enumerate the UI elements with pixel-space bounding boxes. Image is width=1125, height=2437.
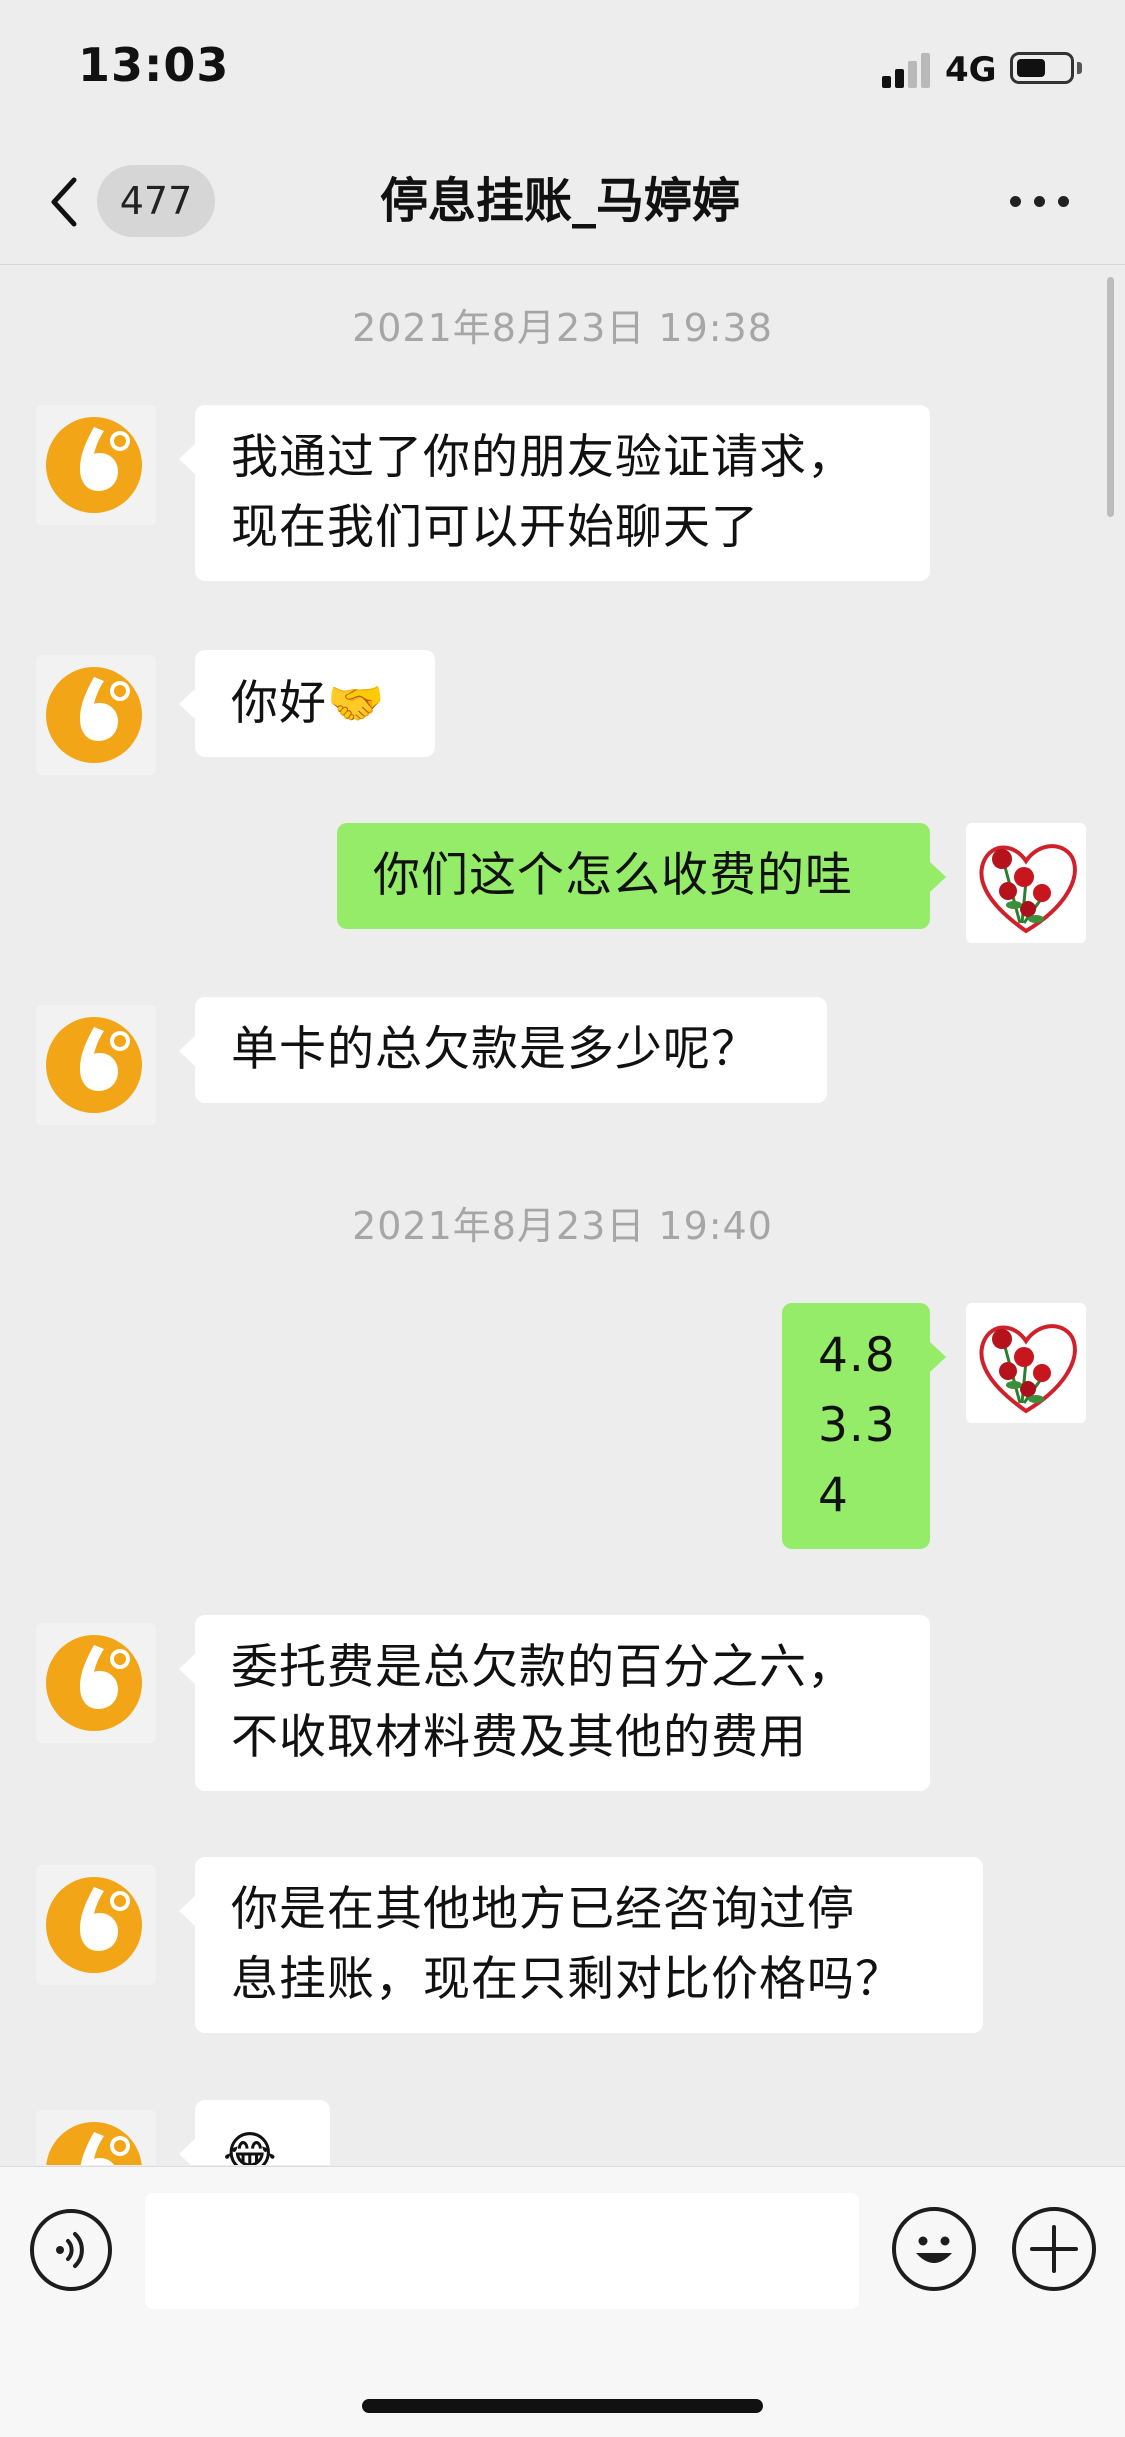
more-dots-icon[interactable] [1010, 192, 1070, 212]
plus-icon[interactable] [1012, 2207, 1096, 2291]
orange-logo-avatar-icon [36, 405, 156, 525]
network-label: 4G [945, 50, 997, 90]
contact-avatar[interactable] [36, 1623, 156, 1743]
contact-avatar[interactable] [36, 1865, 156, 1985]
status-bar: 13:03 4G [0, 0, 1125, 140]
message-line: 委托费是总欠款的百分之六， [231, 1640, 855, 1695]
smile-icon[interactable] [892, 2207, 976, 2291]
contact-avatar[interactable] [36, 2110, 156, 2165]
smile-glyph [916, 2236, 952, 2263]
chevron-left-icon[interactable] [44, 170, 84, 234]
message-text: 单卡的总欠款是多少呢？ [231, 1022, 759, 1077]
contact-avatar[interactable] [36, 405, 156, 525]
contact-avatar[interactable] [36, 1005, 156, 1125]
unread-count-badge[interactable]: 477 [97, 165, 215, 237]
message-line: 3.3 [818, 1398, 896, 1453]
received-message[interactable]: 你好🤝 [179, 650, 435, 757]
voice-icon[interactable] [30, 2209, 112, 2291]
home-indicator[interactable] [362, 2399, 763, 2413]
user-avatar[interactable] [966, 1303, 1086, 1423]
orange-logo-avatar-icon [36, 1865, 156, 1985]
roses-heart-avatar-icon [966, 823, 1086, 943]
message-line: 我通过了你的朋友验证请求， [231, 430, 855, 485]
orange-logo-avatar-icon [36, 1623, 156, 1743]
timestamp: 2021年8月23日 19:38 [352, 306, 773, 350]
message-input[interactable] [145, 2193, 859, 2309]
received-message[interactable]: 😂 [179, 2100, 330, 2165]
sent-message[interactable]: 4.8 3.3 4 [782, 1303, 946, 1549]
received-message[interactable]: 单卡的总欠款是多少呢？ [179, 997, 827, 1103]
timestamp: 2021年8月23日 19:40 [352, 1204, 773, 1248]
input-bar [0, 2166, 1125, 2437]
sent-message[interactable]: 你们这个怎么收费的哇 [337, 823, 946, 929]
message-text: 你们这个怎么收费的哇 [373, 848, 853, 903]
received-message[interactable]: 你是在其他地方已经咨询过停 息挂账，现在只剩对比价格吗？ [179, 1857, 983, 2033]
contact-avatar[interactable] [36, 655, 156, 775]
chat-header: 477 停息挂账_马婷婷 [0, 140, 1125, 265]
message-line: 4.8 [818, 1328, 896, 1383]
roses-heart-avatar-icon [966, 1303, 1086, 1423]
battery-icon [1010, 52, 1074, 84]
message-line: 你是在其他地方已经咨询过停 [231, 1882, 855, 1937]
message-line: 息挂账，现在只剩对比价格吗？ [231, 1952, 903, 2007]
status-time: 13:03 [78, 38, 230, 92]
plus-glyph [1030, 2225, 1078, 2273]
user-avatar[interactable] [966, 823, 1086, 943]
message-list[interactable]: 2021年8月23日 19:38 我通过了你的朋友验证请求， 现在我们可以开始聊… [0, 265, 1125, 2165]
voice-glyph [56, 2232, 84, 2268]
message-line: 现在我们可以开始聊天了 [231, 500, 759, 555]
signal-icon [882, 53, 930, 88]
message-text: 你好 [231, 676, 327, 731]
laughing-emoji: 😂 [223, 2126, 278, 2165]
received-message[interactable]: 委托费是总欠款的百分之六， 不收取材料费及其他的费用 [179, 1615, 930, 1791]
received-message[interactable]: 我通过了你的朋友验证请求， 现在我们可以开始聊天了 [179, 405, 930, 581]
battery-tip [1077, 62, 1082, 74]
orange-logo-avatar-icon [36, 1005, 156, 1125]
message-line: 4 [818, 1468, 849, 1523]
orange-logo-avatar-icon [36, 655, 156, 775]
message-line: 不收取材料费及其他的费用 [231, 1710, 807, 1765]
orange-logo-avatar-icon [36, 2110, 156, 2165]
handshake-emoji: 🤝 [327, 676, 386, 730]
battery-level [1017, 59, 1045, 77]
chat-title: 停息挂账_马婷婷 [379, 173, 740, 229]
